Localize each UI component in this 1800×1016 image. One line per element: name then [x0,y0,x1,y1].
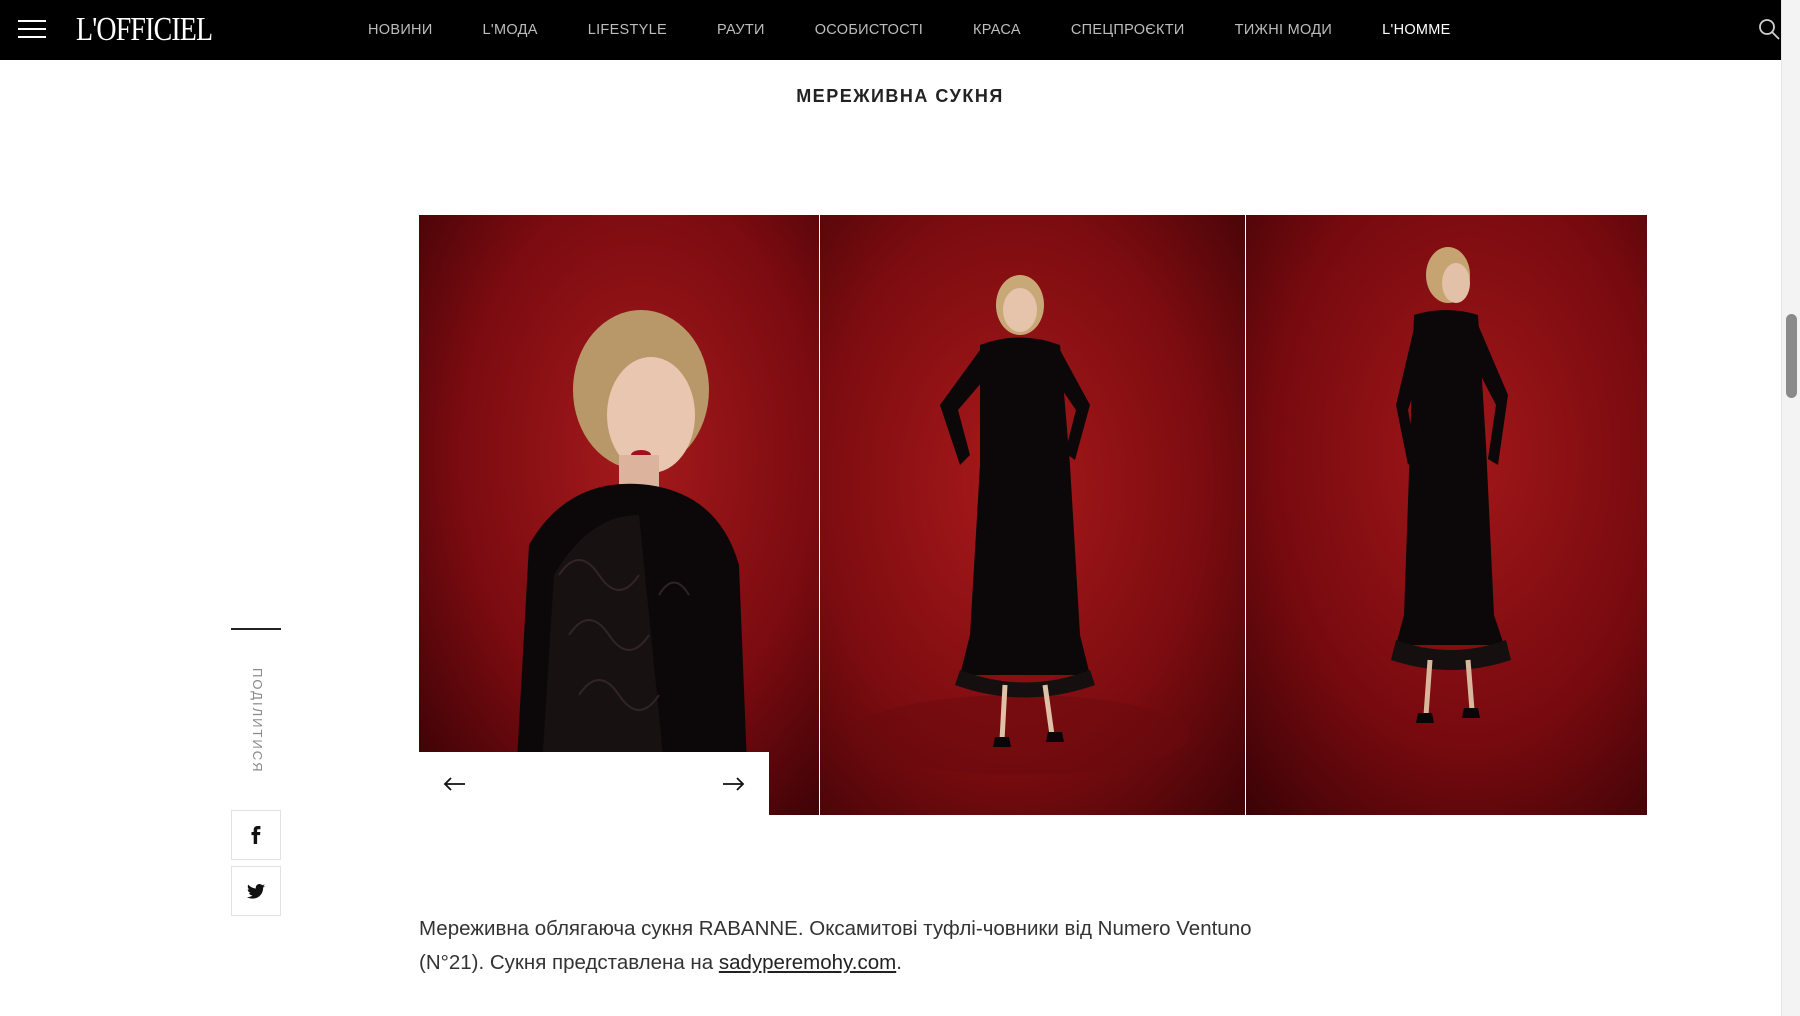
nav-item-special-projects[interactable]: СПЕЦПРОЄКТИ [1071,22,1185,38]
photo-caption: Мереживна облягаюча сукня RABANNE. Оксам… [419,912,1319,980]
main-nav: НОВИНИ L'МОДА LIFESTYLE РАУТИ ОСОБИСТОСТ… [368,0,1501,60]
nav-item-personalities[interactable]: ОСОБИСТОСТІ [815,22,923,38]
twitter-share-button[interactable] [231,866,281,916]
nav-item-fashion-weeks[interactable]: ТИЖНІ МОДИ [1235,22,1332,38]
photo-gallery [419,215,1647,815]
search-icon[interactable] [1758,18,1780,40]
model-back-illustration [1246,215,1647,815]
model-portrait-illustration [419,215,819,815]
caption-end: . [896,951,902,974]
scrollbar-thumb[interactable] [1786,314,1797,398]
hamburger-icon[interactable] [18,20,46,38]
gallery-photo-3[interactable] [1246,215,1647,815]
nav-item-beauty[interactable]: КРАСА [973,22,1021,38]
top-navigation-bar: L'OFFICIEL НОВИНИ L'МОДА LIFESTYLE РАУТИ… [0,0,1781,60]
gallery-controls [419,752,769,815]
share-label: ПОДІЛИТИСЯ [250,668,265,774]
page: L'OFFICIEL НОВИНИ L'МОДА LIFESTYLE РАУТИ… [0,0,1800,1016]
share-divider [231,628,281,630]
site-logo[interactable]: L'OFFICIEL [76,10,213,50]
nav-item-lifestyle[interactable]: LIFESTYLE [588,22,667,38]
arrow-left-icon[interactable] [441,770,469,798]
facebook-icon [251,826,261,844]
caption-link[interactable]: sadyperemohy.com [719,951,896,974]
section-title: МЕРЕЖИВНА СУКНЯ [796,86,1004,106]
gallery-photo-2[interactable] [820,215,1245,815]
nav-item-rauty[interactable]: РАУТИ [717,22,765,38]
nav-item-lhomme[interactable]: L'HOMME [1382,22,1451,38]
facebook-share-button[interactable] [231,810,281,860]
model-front-illustration [820,215,1245,815]
arrow-right-icon[interactable] [719,770,747,798]
gallery-photo-1[interactable] [419,215,819,815]
nav-item-lmoda[interactable]: L'МОДА [483,22,538,38]
page-scrollbar[interactable] [1781,0,1800,1016]
twitter-icon [247,883,265,899]
nav-item-news[interactable]: НОВИНИ [368,22,433,38]
